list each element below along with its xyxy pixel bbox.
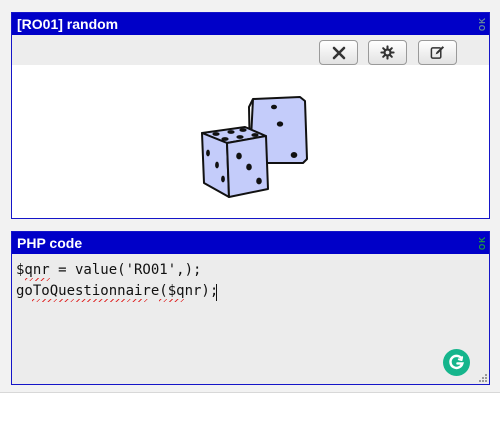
random-panel-toolbar	[12, 35, 489, 65]
php-panel-title: PHP code	[17, 235, 83, 251]
spelling-underline	[25, 278, 51, 281]
gear-icon	[380, 45, 395, 60]
random-panel-title: [RO01] random	[17, 16, 119, 32]
grammarly-g-icon	[449, 354, 464, 370]
random-panel-header: [RO01] random OK	[12, 13, 489, 35]
php-panel-ok-label: OK	[478, 236, 487, 250]
front-die	[201, 126, 269, 198]
php-code-editor[interactable]: $qnr = value('RO01',); goToQuestionnaire…	[12, 254, 477, 384]
random-panel-ok-strip: OK	[477, 13, 489, 35]
settings-button[interactable]	[368, 40, 407, 65]
random-panel-ok-label: OK	[478, 17, 487, 31]
php-panel-header: PHP code OK	[12, 232, 489, 254]
spelling-underline	[32, 299, 149, 302]
php-panel-ok-strip: OK	[477, 232, 489, 254]
delete-button[interactable]	[319, 40, 358, 65]
php-code-panel: PHP code OK $qnr = value('RO01',); goToQ…	[11, 231, 490, 385]
edit-button[interactable]	[418, 40, 457, 65]
text-caret	[216, 284, 217, 301]
dice-icon	[201, 96, 308, 198]
close-icon	[332, 46, 345, 59]
spelling-underline	[159, 299, 185, 302]
code-line[interactable]: $qnr = value('RO01',);	[16, 260, 201, 280]
random-question-panel: [RO01] random OK	[11, 12, 490, 219]
code-line[interactable]: goToQuestionnaire($qnr);	[16, 281, 218, 301]
edit-icon	[430, 46, 445, 59]
resize-handle-icon[interactable]	[477, 372, 487, 382]
grammarly-icon[interactable]	[443, 349, 470, 376]
